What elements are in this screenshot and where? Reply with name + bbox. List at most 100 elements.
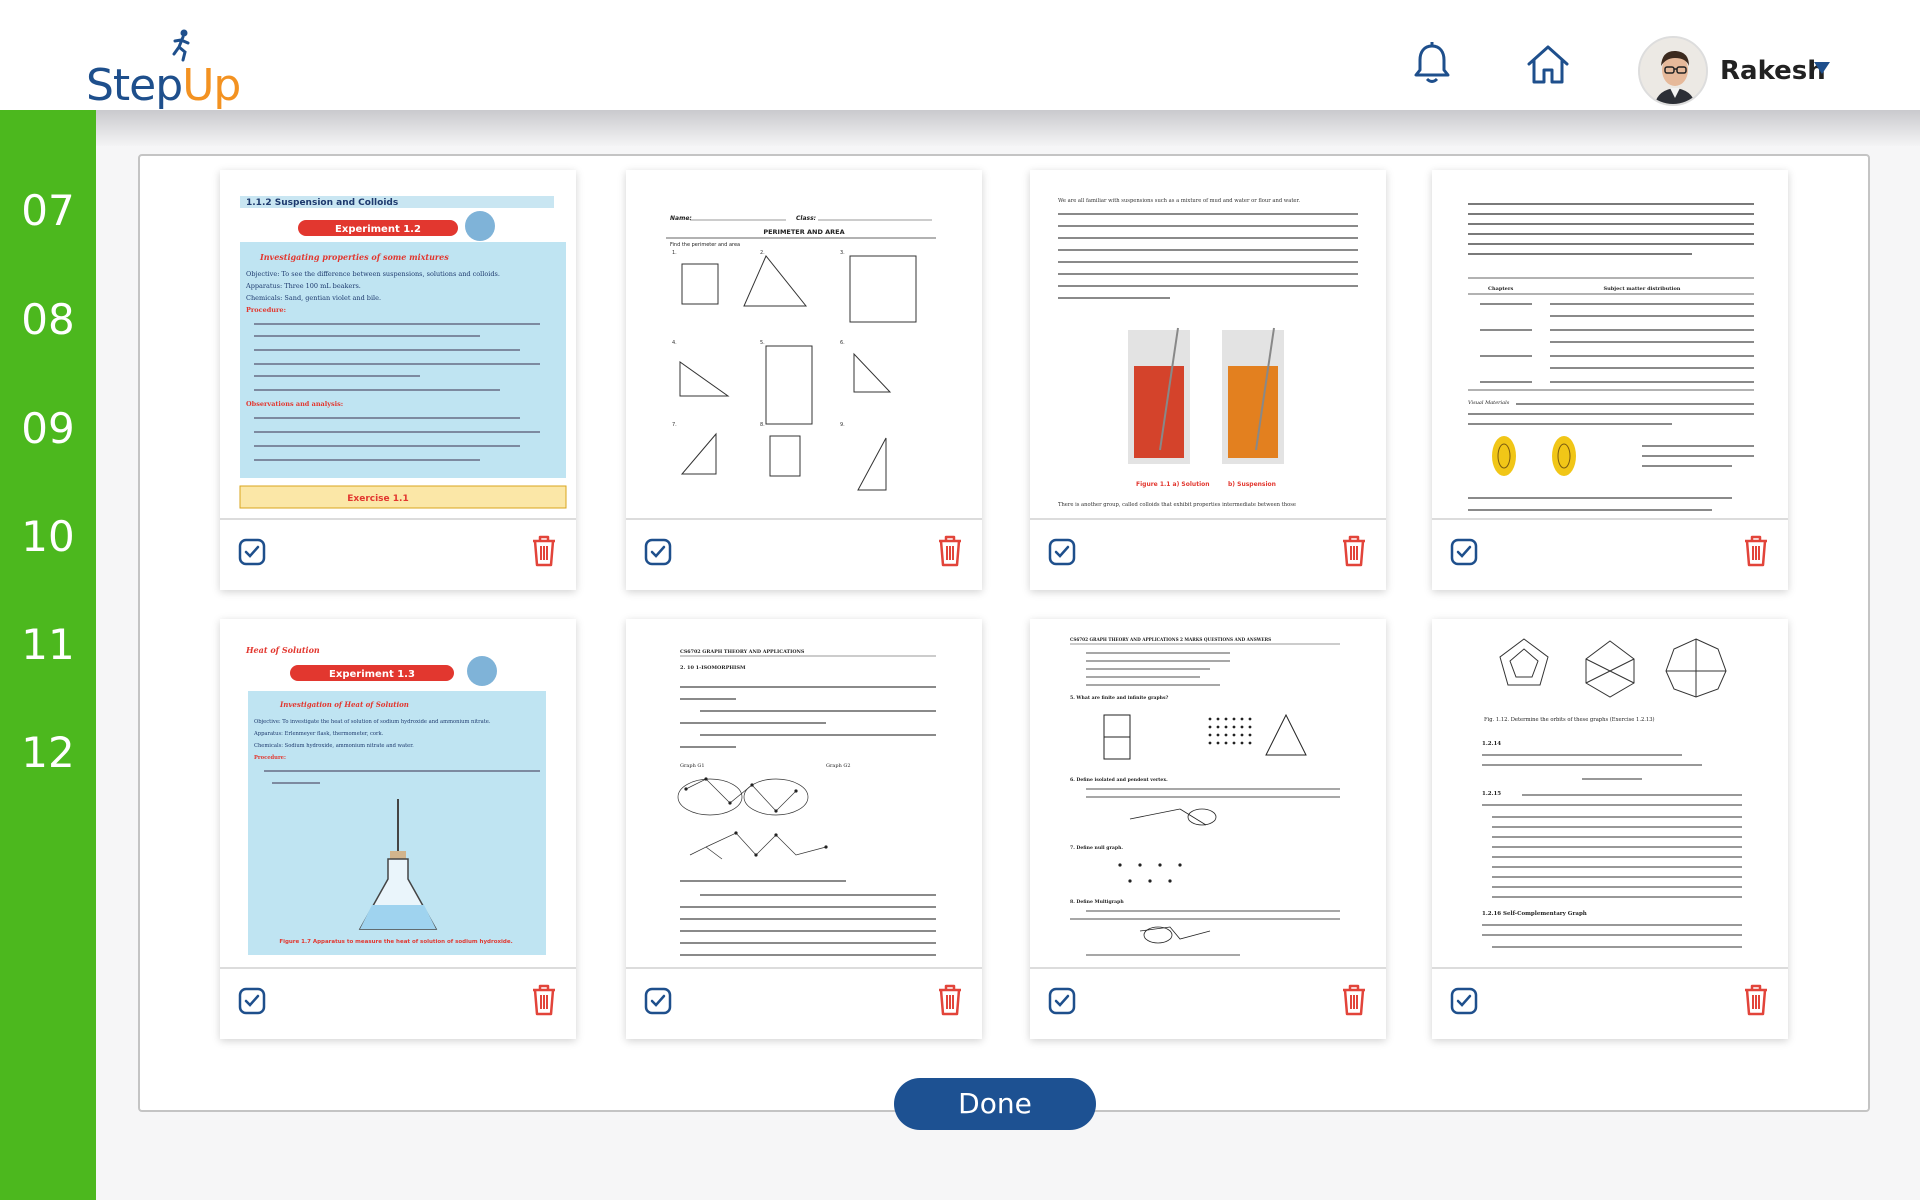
- trash-icon[interactable]: [1742, 534, 1770, 568]
- check-icon[interactable]: [1450, 987, 1478, 1015]
- svg-text:9.: 9.: [840, 422, 845, 428]
- trash-icon[interactable]: [936, 534, 964, 568]
- app-header: StepUp Rakesh: [0, 0, 1920, 110]
- card-line: Graph G2: [826, 763, 851, 769]
- svg-text:4.: 4.: [672, 340, 677, 346]
- card-line: CS6702 GRAPH THEORY AND APPLICATIONS 2 M…: [1070, 637, 1271, 642]
- card-line: Subject matter distribution: [1604, 286, 1681, 292]
- svg-text:1.: 1.: [672, 250, 677, 256]
- card-line: Procedure:: [246, 306, 286, 314]
- stepup-logo[interactable]: StepUp: [86, 28, 241, 111]
- user-avatar[interactable]: [1638, 36, 1708, 106]
- trash-icon[interactable]: [530, 983, 558, 1017]
- card-line: 7. Define null graph.: [1070, 845, 1123, 851]
- svg-text:8.: 8.: [760, 422, 765, 428]
- card-line: Apparatus: Erlenmeyer flask, thermometer…: [253, 731, 384, 737]
- card-line: PERIMETER AND AREA: [763, 228, 844, 236]
- trash-icon[interactable]: [1340, 534, 1368, 568]
- sidebar-item-09[interactable]: 09: [0, 404, 96, 453]
- check-icon[interactable]: [644, 987, 672, 1015]
- svg-text:3.: 3.: [840, 250, 845, 256]
- bell-icon[interactable]: [1408, 40, 1456, 88]
- check-icon[interactable]: [1048, 987, 1076, 1015]
- card-line: Chemicals: Sodium hydroxide, ammonium ni…: [254, 743, 414, 749]
- document-card[interactable]: Fig. 1.12. Determine the orbits of these…: [1432, 619, 1788, 1039]
- card-line: 6. Define isolated and pendent vertex.: [1070, 777, 1168, 783]
- document-card[interactable]: Name: Class: PERIMETER AND AREA Find the…: [626, 170, 982, 590]
- card-line: Graph G1: [680, 763, 705, 769]
- card-line: Observations and analysis:: [246, 400, 343, 408]
- card-line: Chemicals: Sand, gentian violet and bile…: [246, 294, 381, 302]
- card-line: Name:: [670, 215, 692, 222]
- card-line: Procedure:: [254, 755, 286, 761]
- document-thumbnail[interactable]: 1.1.2 Suspension and Colloids Experiment…: [220, 170, 576, 520]
- card-line: b) Suspension: [1228, 481, 1276, 488]
- document-thumbnail[interactable]: Name: Class: PERIMETER AND AREA Find the…: [626, 170, 982, 520]
- sidebar-item-10[interactable]: 10: [0, 512, 96, 561]
- card-line: 2. 10 1-ISOMORPHISM: [680, 665, 746, 671]
- card-line: Apparatus: Three 100 mL beakers.: [245, 282, 361, 290]
- document-card[interactable]: CS6702 GRAPH THEORY AND APPLICATIONS 2. …: [626, 619, 982, 1039]
- card-line: 1.2.16 Self-Complementary Graph: [1482, 911, 1587, 917]
- svg-text:6.: 6.: [840, 340, 845, 346]
- card-line: Objective: To see the difference between…: [246, 270, 500, 278]
- sidebar-item-08[interactable]: 08: [0, 295, 96, 344]
- card-line: Investigating properties of some mixture…: [259, 252, 449, 262]
- home-icon[interactable]: [1524, 40, 1572, 88]
- card-line: 1.1.2 Suspension and Colloids: [246, 198, 398, 208]
- logo-text: StepUp: [86, 60, 241, 111]
- trash-icon[interactable]: [1742, 983, 1770, 1017]
- svg-text:2.: 2.: [760, 250, 765, 256]
- card-line: Heat of Solution: [245, 645, 320, 655]
- trash-icon[interactable]: [530, 534, 558, 568]
- card-line: 5. What are finite and infinite graphs?: [1070, 695, 1169, 701]
- document-thumbnail[interactable]: CS6702 GRAPH THEORY AND APPLICATIONS 2 M…: [1030, 619, 1386, 969]
- check-icon[interactable]: [238, 987, 266, 1015]
- card-line: There is another group, called colloids …: [1058, 502, 1296, 508]
- document-thumbnail[interactable]: Chapters Subject matter distribution Vis…: [1432, 170, 1788, 520]
- document-thumbnail[interactable]: CS6702 GRAPH THEORY AND APPLICATIONS 2. …: [626, 619, 982, 969]
- user-name[interactable]: Rakesh: [1720, 56, 1826, 86]
- user-menu-caret-icon[interactable]: [1814, 62, 1830, 74]
- document-card[interactable]: Heat of Solution Experiment 1.3 Investig…: [220, 619, 576, 1039]
- document-panel: 1.1.2 Suspension and Colloids Experiment…: [138, 154, 1870, 1112]
- card-line: Figure 1.1 a) Solution: [1136, 481, 1210, 488]
- document-thumbnail[interactable]: Heat of Solution Experiment 1.3 Investig…: [220, 619, 576, 969]
- document-card[interactable]: 1.1.2 Suspension and Colloids Experiment…: [220, 170, 576, 590]
- card-line: 8. Define Multigraph: [1070, 899, 1124, 905]
- document-card[interactable]: We are all familiar with suspensions suc…: [1030, 170, 1386, 590]
- done-button[interactable]: Done: [894, 1078, 1096, 1130]
- card-line: Experiment 1.2: [335, 224, 421, 235]
- card-line: 1.2.15: [1482, 791, 1501, 797]
- sidebar-item-11[interactable]: 11: [0, 620, 96, 669]
- grade-sidebar: 07 08 09 10 11 12: [0, 110, 96, 1200]
- avatar-portrait: [1640, 38, 1706, 104]
- check-icon[interactable]: [238, 538, 266, 566]
- climber-icon: [172, 29, 190, 62]
- check-icon[interactable]: [1450, 538, 1478, 566]
- document-thumbnail[interactable]: Fig. 1.12. Determine the orbits of these…: [1432, 619, 1788, 969]
- document-thumbnail[interactable]: We are all familiar with suspensions suc…: [1030, 170, 1386, 520]
- card-line: Fig. 1.12. Determine the orbits of these…: [1484, 716, 1655, 723]
- card-line: Class:: [796, 215, 816, 222]
- card-line: Experiment 1.3: [329, 669, 415, 680]
- card-line: Figure 1.7 Apparatus to measure the heat…: [279, 939, 512, 945]
- card-line: Investigation of Heat of Solution: [279, 700, 409, 709]
- trash-icon[interactable]: [1340, 983, 1368, 1017]
- card-line: Visual Materials: [1468, 400, 1510, 406]
- document-card[interactable]: CS6702 GRAPH THEORY AND APPLICATIONS 2 M…: [1030, 619, 1386, 1039]
- card-line: CS6702 GRAPH THEORY AND APPLICATIONS: [680, 649, 805, 655]
- svg-text:7.: 7.: [672, 422, 677, 428]
- card-line: Objective: To investigate the heat of so…: [254, 719, 491, 725]
- document-card[interactable]: Chapters Subject matter distribution Vis…: [1432, 170, 1788, 590]
- header-shadow: [96, 110, 1920, 146]
- card-line: 1.2.14: [1482, 741, 1501, 747]
- trash-icon[interactable]: [936, 983, 964, 1017]
- check-icon[interactable]: [644, 538, 672, 566]
- sidebar-item-07[interactable]: 07: [0, 186, 96, 235]
- sidebar-item-12[interactable]: 12: [0, 728, 96, 777]
- card-line: Chapters: [1488, 286, 1513, 292]
- check-icon[interactable]: [1048, 538, 1076, 566]
- card-line: Find the perimeter and area: [670, 242, 740, 248]
- svg-text:5.: 5.: [760, 340, 765, 346]
